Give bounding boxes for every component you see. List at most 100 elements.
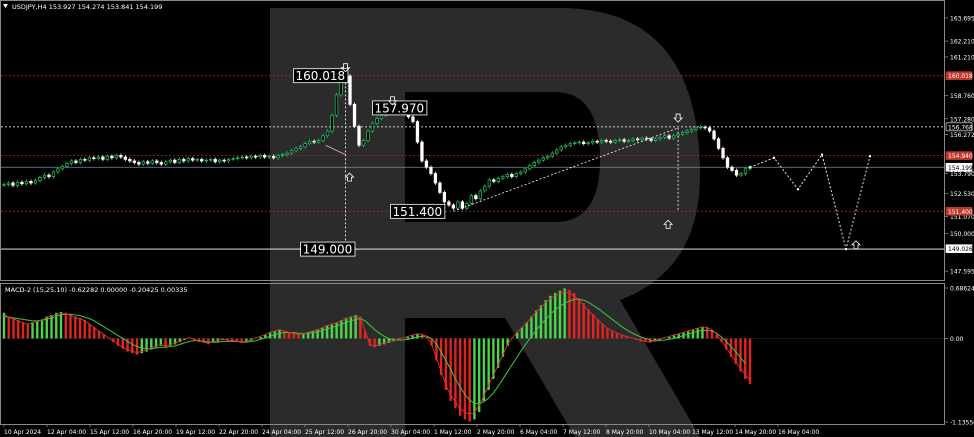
macd-bar [406,337,410,339]
macd-bar [596,319,600,339]
candle-body [492,179,496,182]
macd-bar [539,305,543,339]
candle-body [280,154,285,156]
candle-body [460,201,465,209]
candle-body [87,157,92,161]
macd-bar [696,328,699,339]
candle-body [110,155,114,159]
candle-body [712,130,716,140]
candle-body [658,137,662,140]
candle-body [352,103,357,127]
candle-body [438,182,442,193]
x-tick-label: 8 May 20:00 [606,429,644,436]
candle-body [564,144,568,148]
candle-body [411,116,415,122]
candle-body [263,155,267,158]
candle-body [649,138,653,141]
macd-bar [487,338,490,390]
candle-body [604,140,608,142]
macd-bar [40,319,44,339]
candle-body [424,160,429,168]
price-label: 157.970 [372,100,428,115]
macd-bar [302,334,305,339]
macd-bar [344,317,348,339]
y-tick-label: 0.68624 [950,285,974,292]
candle-body [627,140,631,142]
candle-body [662,135,667,138]
macd-bar [468,338,471,422]
macd-bar [587,309,590,339]
candle-body [195,159,199,161]
candle-body [474,195,478,200]
candle-body [676,133,680,137]
candle-body [267,155,271,158]
candle-body [447,201,451,206]
candle-body [465,203,469,209]
y-tick-label: 162.210 [950,39,974,46]
candle-body [177,159,181,163]
macd-bar [26,323,29,339]
candle-body [442,192,447,203]
candle-body [173,159,177,163]
candle-body [204,159,208,162]
macd-bar [625,337,628,339]
price-chart: 160.018 157.970 151.400 149.000 163.695 162.… [0,0,974,437]
macd-bar [558,290,562,339]
macd-bar [458,338,462,416]
macd-bar [691,329,695,339]
macd-bar [520,327,524,339]
candle-body [303,143,307,148]
x-tick-label: 24 Apr 04:00 [262,429,301,436]
candle-body [339,81,343,96]
x-tick-label: 2 May 20:00 [477,429,515,436]
candle-body [65,162,69,167]
candle-body [591,140,595,144]
candle-body [640,137,644,141]
candle-body [213,159,217,163]
macd-bar [606,328,609,339]
x-tick-label: 10 May 04:00 [649,429,690,436]
price-badge: 154.940 [945,151,973,160]
candle-body [227,159,231,162]
candle-body [78,159,83,163]
candle-body [636,138,640,141]
candle-body [236,157,240,159]
macd-bar [36,320,39,339]
candle-body [294,148,298,152]
price-badge: 154.199 [945,162,973,172]
macd-bar [287,332,291,339]
macd-bar [615,333,619,339]
candle-body [478,190,483,200]
macd-bar [354,314,357,339]
candle-body [38,177,42,181]
x-tick-label: 13 May 12:00 [692,429,733,436]
candle-body [42,174,47,178]
macd-bar [31,322,34,339]
macd-bar [454,338,457,409]
candle-body [618,139,622,141]
candle-body [276,155,280,159]
candle-body [366,130,370,141]
macd-bar [340,320,343,339]
x-tick-label: 22 Apr 20:00 [219,429,258,436]
candle-body [200,159,204,162]
candle-body [312,140,316,143]
candle-body [119,155,123,158]
candle-body [577,141,581,144]
candle-body [537,159,541,163]
candle-body [716,138,721,149]
candle-body [285,152,289,156]
x-tick-label: 14 May 20:00 [735,429,776,436]
y-tick-label: 156.272 [950,132,974,139]
candle-body [514,173,518,178]
macd-bar [97,331,101,339]
forecast-point [820,153,824,156]
candle-body [595,140,599,143]
candle-body [155,160,159,163]
candle-body [420,141,424,162]
candle-body [510,173,514,178]
candle-body [316,140,321,143]
candle-body [128,159,132,162]
x-tick-label: 6 May 04:00 [520,429,558,436]
price-label: 160.018 [293,68,349,83]
